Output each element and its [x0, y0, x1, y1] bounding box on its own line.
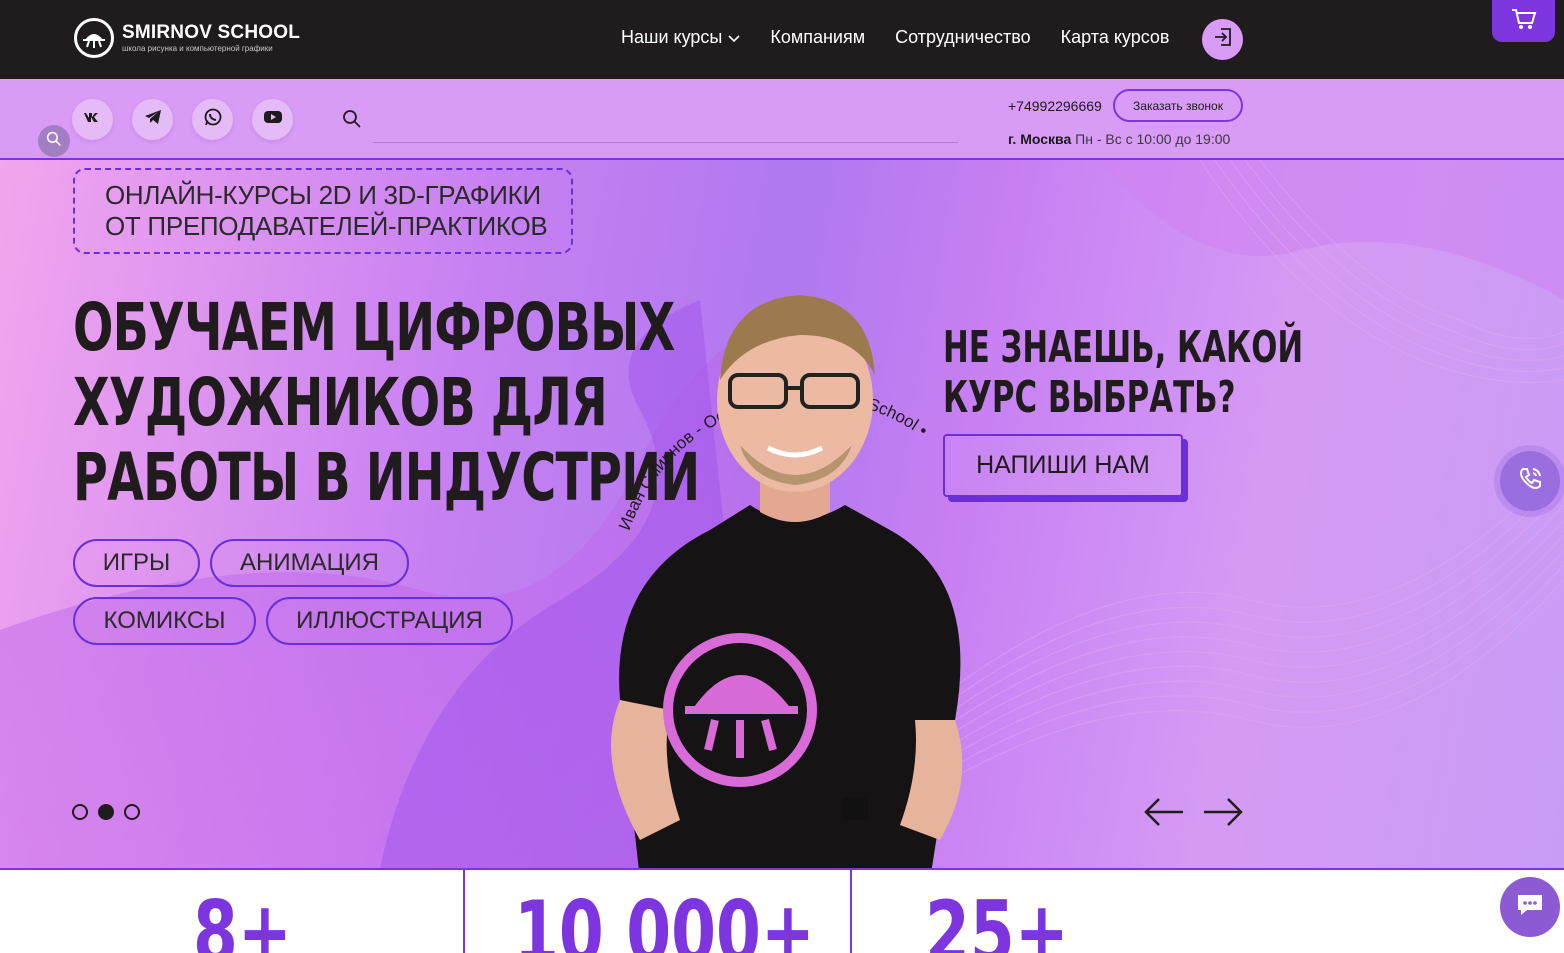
- stat-value: 25+: [925, 883, 1069, 953]
- order-callback-button[interactable]: Заказать звонок: [1113, 89, 1243, 122]
- search-icon: [46, 131, 62, 152]
- badge-line: ОТ ПРЕПОДАВАТЕЛЕЙ-ПРАКТИКОВ: [105, 211, 548, 241]
- vk-button[interactable]: [72, 99, 113, 140]
- course-question: НЕ ЗНАЕШЬ, КАКОЙ КУРС ВЫБРАТЬ?: [943, 323, 1458, 423]
- telegram-icon: [144, 109, 162, 130]
- search-input[interactable]: [373, 103, 958, 143]
- headline-line: ХУДОЖНИКОВ ДЛЯ: [73, 364, 608, 441]
- logo-tagline: школа рисунка и компьютерной графики: [122, 43, 273, 53]
- tag-animation[interactable]: АНИМАЦИЯ: [210, 539, 409, 587]
- headline-line: ОБУЧАЕМ ЦИФРОВЫХ: [73, 289, 675, 366]
- phone-number[interactable]: +74992296669: [1008, 98, 1102, 114]
- contact-bar: +74992296669 Заказать звонок г. Москва П…: [0, 79, 1564, 160]
- login-button[interactable]: [1202, 19, 1243, 60]
- logo[interactable]: SMIRNOV SCHOOL школа рисунка и компьютер…: [74, 18, 300, 58]
- headline-line: РАБОТЫ В ИНДУСТРИИ: [73, 439, 700, 516]
- hero-slider: ОНЛАЙН-КУРСЫ 2D И 3D-ГРАФИКИ ОТ ПРЕПОДАВ…: [0, 160, 1564, 868]
- search-icon[interactable]: [342, 109, 362, 134]
- logo-title: SMIRNOV SCHOOL: [122, 21, 301, 43]
- nav-item-label: Наши курсы: [621, 27, 723, 47]
- slider-dot[interactable]: [124, 804, 140, 820]
- ufo-logo-icon: [74, 18, 114, 58]
- nav-item-cooperation[interactable]: Сотрудничество: [895, 27, 1031, 48]
- stat-value: 10 000+: [514, 883, 815, 953]
- whatsapp-icon: [203, 107, 223, 132]
- vk-icon: [83, 111, 103, 129]
- chevron-down-icon: [728, 27, 740, 48]
- question-line: НЕ ЗНАЕШЬ, КАКОЙ: [943, 322, 1304, 373]
- stat-value: 8+: [193, 883, 292, 953]
- arrow-left-icon[interactable]: [1143, 796, 1185, 833]
- top-navbar: SMIRNOV SCHOOL школа рисунка и компьютер…: [0, 0, 1564, 79]
- tag-comics[interactable]: КОМИКСЫ: [73, 597, 256, 645]
- tag-illustration[interactable]: ИЛЛЮСТРАЦИЯ: [266, 597, 513, 645]
- floating-call-button[interactable]: [1500, 451, 1560, 511]
- nav-item-course-map[interactable]: Карта курсов: [1061, 27, 1170, 48]
- youtube-button[interactable]: [252, 99, 293, 140]
- arrow-right-icon[interactable]: [1202, 796, 1244, 833]
- phone-icon: [1516, 465, 1544, 498]
- youtube-icon: [263, 110, 283, 129]
- main-nav: Наши курсы Компаниям Сотрудничество Карт…: [621, 27, 1200, 48]
- slider-dot[interactable]: [72, 804, 88, 820]
- city: г. Москва: [1008, 131, 1072, 147]
- chat-icon: [1515, 892, 1545, 923]
- hero-headline: ОБУЧАЕМ ЦИФРОВЫХ ХУДОЖНИКОВ ДЛЯ РАБОТЫ В…: [73, 289, 700, 516]
- nav-item-label: Компаниям: [770, 27, 866, 47]
- nav-item-label: Карта курсов: [1060, 27, 1170, 47]
- hero-badge: ОНЛАЙН-КУРСЫ 2D И 3D-ГРАФИКИ ОТ ПРЕПОДАВ…: [73, 168, 573, 254]
- cart-icon: [1510, 7, 1538, 36]
- question-line: КУРС ВЫБРАТЬ?: [943, 372, 1236, 423]
- hours-text: Пн - Вс с 10:00 до 19:00: [1075, 131, 1231, 147]
- cart-button[interactable]: [1492, 0, 1555, 42]
- divider: [463, 870, 465, 953]
- login-icon: [1212, 26, 1234, 53]
- telegram-button[interactable]: [132, 99, 173, 140]
- nav-item-courses[interactable]: Наши курсы: [621, 27, 740, 48]
- slider-dot-active[interactable]: [98, 804, 114, 820]
- write-us-button[interactable]: НАПИШИ НАМ: [943, 434, 1183, 497]
- nav-item-companies[interactable]: Компаниям: [770, 27, 865, 48]
- floating-chat-button[interactable]: [1500, 877, 1560, 937]
- stats-section: 8+ 10 000+ 25+: [0, 868, 1564, 953]
- working-hours: г. Москва Пн - Вс с 10:00 до 19:00: [1008, 131, 1230, 147]
- whatsapp-button[interactable]: [192, 99, 233, 140]
- floating-search-button[interactable]: [38, 125, 70, 157]
- slider-dots: [72, 804, 150, 820]
- divider: [850, 870, 852, 953]
- tag-games[interactable]: ИГРЫ: [73, 539, 200, 587]
- badge-line: ОНЛАЙН-КУРСЫ 2D И 3D-ГРАФИКИ: [105, 180, 541, 210]
- nav-item-label: Сотрудничество: [895, 27, 1031, 47]
